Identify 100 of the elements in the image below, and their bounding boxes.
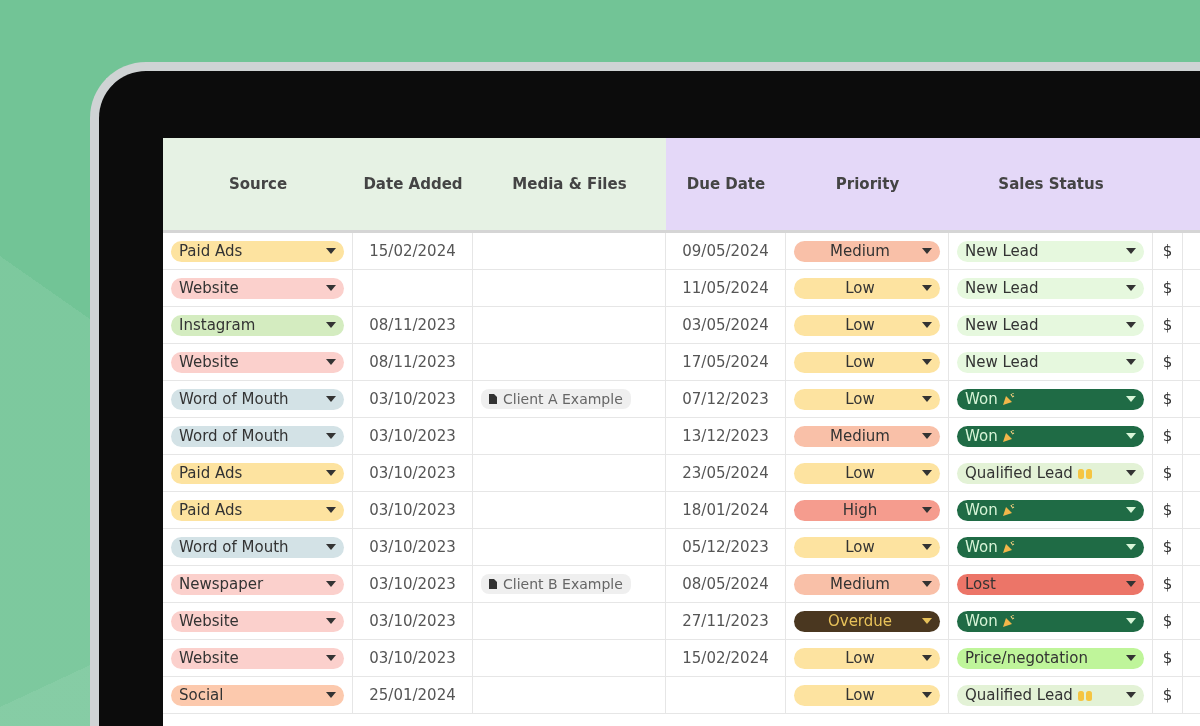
caret-icon <box>326 692 336 698</box>
caret-icon <box>1126 618 1136 624</box>
priority-dropdown[interactable]: Low <box>794 684 940 706</box>
raised-hands-icon <box>1076 466 1093 480</box>
date-cell: 15/02/2024 <box>682 649 769 667</box>
column-header: Priority <box>786 138 949 233</box>
priority-dropdown[interactable]: Medium <box>794 573 940 595</box>
date-cell: 09/05/2024 <box>682 242 769 260</box>
currency-cell: $ <box>1162 390 1173 408</box>
caret-icon <box>922 285 932 291</box>
caret-icon <box>1126 433 1136 439</box>
currency-cell: $ <box>1162 538 1173 556</box>
date-cell: 08/05/2024 <box>682 575 769 593</box>
document-icon <box>489 394 497 404</box>
priority-dropdown[interactable]: Low <box>794 351 940 373</box>
party-popper-icon <box>1001 429 1016 443</box>
priority-dropdown[interactable]: Low <box>794 277 940 299</box>
caret-icon <box>922 544 932 550</box>
priority-dropdown[interactable]: Low <box>794 647 940 669</box>
raised-hands-icon <box>1076 688 1093 702</box>
status-dropdown[interactable]: Won <box>957 499 1144 521</box>
date-cell: 17/05/2024 <box>682 353 769 371</box>
status-dropdown[interactable]: Won <box>957 536 1144 558</box>
date-cell: 08/11/2023 <box>369 316 456 334</box>
column-header: Due Date <box>666 138 786 233</box>
source-dropdown[interactable]: Instagram <box>171 314 344 336</box>
party-popper-icon <box>1001 614 1016 628</box>
date-cell: 07/12/2023 <box>682 390 769 408</box>
status-dropdown[interactable]: New Lead <box>957 351 1144 373</box>
date-cell: 03/10/2023 <box>369 649 456 667</box>
file-attachment[interactable]: Client B Example <box>481 574 631 594</box>
column-header: Date Added <box>353 138 473 233</box>
priority-dropdown[interactable]: Low <box>794 314 940 336</box>
priority-dropdown[interactable]: Low <box>794 388 940 410</box>
date-cell: 08/11/2023 <box>369 353 456 371</box>
caret-icon <box>326 618 336 624</box>
currency-cell: $ <box>1162 316 1173 334</box>
caret-icon <box>922 655 932 661</box>
source-dropdown[interactable]: Website <box>171 610 344 632</box>
party-popper-icon <box>1001 503 1016 517</box>
column-header: Sales Status <box>949 138 1153 233</box>
status-dropdown[interactable]: New Lead <box>957 240 1144 262</box>
status-dropdown[interactable]: Won <box>957 425 1144 447</box>
source-dropdown[interactable]: Paid Ads <box>171 499 344 521</box>
caret-icon <box>922 248 932 254</box>
currency-cell: $ <box>1162 464 1173 482</box>
priority-dropdown[interactable]: Medium <box>794 240 940 262</box>
caret-icon <box>1126 581 1136 587</box>
caret-icon <box>1126 359 1136 365</box>
source-dropdown[interactable]: Website <box>171 351 344 373</box>
caret-icon <box>326 655 336 661</box>
date-cell: 03/10/2023 <box>369 427 456 445</box>
caret-icon <box>922 581 932 587</box>
source-dropdown[interactable]: Social <box>171 684 344 706</box>
caret-icon <box>922 433 932 439</box>
status-dropdown[interactable]: Won <box>957 388 1144 410</box>
caret-icon <box>922 359 932 365</box>
priority-dropdown[interactable]: Overdue <box>794 610 940 632</box>
source-dropdown[interactable]: Paid Ads <box>171 240 344 262</box>
status-dropdown[interactable]: Qualified Lead <box>957 684 1144 706</box>
date-cell: 15/02/2024 <box>369 242 456 260</box>
source-dropdown[interactable]: Word of Mouth <box>171 536 344 558</box>
caret-icon <box>326 470 336 476</box>
caret-icon <box>1126 507 1136 513</box>
column-header: Source <box>163 138 353 233</box>
status-dropdown[interactable]: New Lead <box>957 277 1144 299</box>
priority-dropdown[interactable]: Medium <box>794 425 940 447</box>
source-dropdown[interactable]: Website <box>171 277 344 299</box>
date-cell: 03/10/2023 <box>369 612 456 630</box>
source-dropdown[interactable]: Word of Mouth <box>171 425 344 447</box>
date-cell: 18/01/2024 <box>682 501 769 519</box>
priority-dropdown[interactable]: High <box>794 499 940 521</box>
caret-icon <box>326 433 336 439</box>
caret-icon <box>1126 248 1136 254</box>
status-dropdown[interactable]: Price/negotation <box>957 647 1144 669</box>
source-dropdown[interactable]: Newspaper <box>171 573 344 595</box>
caret-icon <box>1126 285 1136 291</box>
status-dropdown[interactable]: Qualified Lead <box>957 462 1144 484</box>
caret-icon <box>326 544 336 550</box>
currency-cell: $ <box>1162 612 1173 630</box>
currency-cell: $ <box>1162 501 1173 519</box>
file-attachment[interactable]: Client A Example <box>481 389 631 409</box>
status-dropdown[interactable]: Won <box>957 610 1144 632</box>
date-cell: 27/11/2023 <box>682 612 769 630</box>
date-cell: 11/05/2024 <box>682 279 769 297</box>
party-popper-icon <box>1001 392 1016 406</box>
priority-dropdown[interactable]: Low <box>794 536 940 558</box>
caret-icon <box>326 285 336 291</box>
source-dropdown[interactable]: Website <box>171 647 344 669</box>
caret-icon <box>326 359 336 365</box>
date-cell: 25/01/2024 <box>369 686 456 704</box>
status-dropdown[interactable]: New Lead <box>957 314 1144 336</box>
caret-icon <box>922 507 932 513</box>
status-dropdown[interactable]: Lost <box>957 573 1144 595</box>
source-dropdown[interactable]: Word of Mouth <box>171 388 344 410</box>
caret-icon <box>922 470 932 476</box>
priority-dropdown[interactable]: Low <box>794 462 940 484</box>
date-cell: 03/10/2023 <box>369 538 456 556</box>
currency-cell: $ <box>1162 242 1173 260</box>
source-dropdown[interactable]: Paid Ads <box>171 462 344 484</box>
